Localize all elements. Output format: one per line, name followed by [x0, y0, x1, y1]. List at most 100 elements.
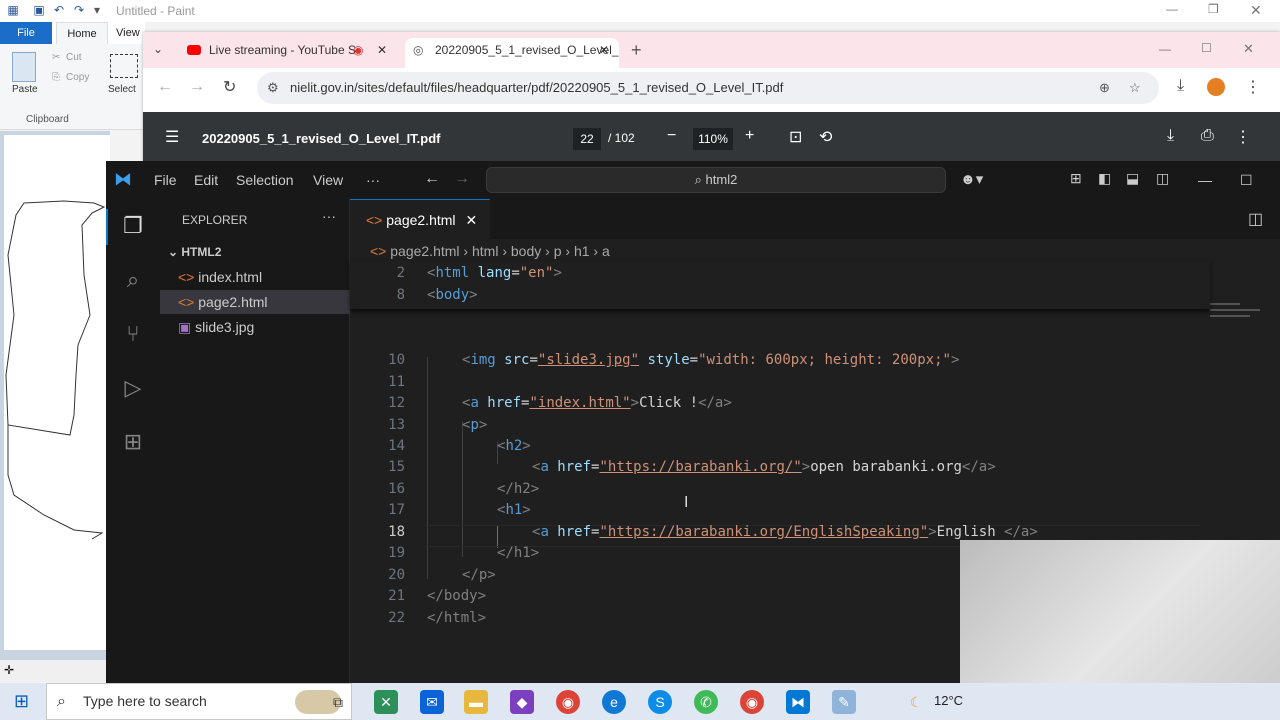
save-icon[interactable]: ▣ — [32, 3, 46, 17]
site-info-icon[interactable]: ⚙ — [267, 72, 279, 104]
paste-icon[interactable] — [12, 52, 36, 82]
source-control-icon[interactable]: ⑂ — [119, 321, 147, 349]
copilot-icon[interactable]: ☻▾ — [960, 170, 983, 188]
pdf-menu-icon[interactable]: ☰ — [165, 127, 179, 147]
undo-icon[interactable]: ↶ — [52, 3, 66, 17]
customize-qa-icon[interactable]: ▾ — [90, 3, 104, 17]
paint-view-tab[interactable]: View — [116, 22, 140, 44]
tab-pdf-close-icon[interactable]: ✕ — [599, 38, 609, 62]
extensions-icon[interactable]: ⊞ — [119, 429, 147, 457]
nav-forward-icon[interactable]: → — [454, 170, 470, 188]
code-line-10[interactable]: <img src="slide3.jpg" style="width: 600p… — [462, 352, 959, 368]
paint-file-tab[interactable]: File — [0, 22, 52, 44]
code-line-12[interactable]: <a href="index.html">Click !</a> — [462, 395, 732, 411]
split-editor-icon[interactable]: ◫ — [1248, 209, 1263, 229]
paint-home-tab[interactable]: Home — [56, 22, 108, 44]
fit-page-icon[interactable]: ⊡ — [789, 127, 802, 147]
sticky-line-2[interactable]: <html lang="en"> — [427, 265, 562, 281]
toggle-panel-icon[interactable]: ⬓ — [1126, 170, 1139, 187]
toggle-secondary-sidebar-icon[interactable]: ◫ — [1156, 170, 1169, 187]
pdf-more-icon[interactable]: ⋮ — [1235, 127, 1251, 147]
paint-restore-icon[interactable]: ❐ — [1208, 2, 1219, 16]
reload-icon[interactable]: ↻ — [223, 77, 236, 97]
zoom-out-icon[interactable]: − — [667, 127, 676, 145]
chrome-menu-icon[interactable]: ⋮ — [1245, 77, 1261, 97]
explorer-more-icon[interactable]: ··· — [322, 208, 336, 224]
code-line-13[interactable]: <p> — [462, 417, 487, 433]
customize-layout-icon[interactable]: ⊞ — [1070, 170, 1082, 187]
code-line-18[interactable]: <a href="https://barabanki.org/EnglishSp… — [532, 524, 1038, 540]
breadcrumb-file[interactable]: page2.html — [390, 243, 459, 259]
sticky-line-8[interactable]: <body> — [427, 287, 478, 303]
chrome-minimize-icon[interactable]: — — [1159, 42, 1171, 56]
breadcrumb-html[interactable]: html — [472, 243, 498, 259]
code-line-22[interactable]: </html> — [427, 610, 486, 626]
paste-button[interactable]: Paste — [12, 84, 38, 95]
code-line-20[interactable]: </p> — [462, 567, 496, 583]
run-debug-icon[interactable]: ▷ — [119, 375, 147, 403]
select-button[interactable]: Select — [108, 84, 136, 95]
file-slide3-jpg[interactable]: ▣ slide3.jpg — [160, 315, 350, 339]
search-view-icon[interactable]: ⌕ — [119, 267, 147, 295]
toggle-sidebar-icon[interactable]: ◧ — [1098, 170, 1111, 187]
editor-tab-page2[interactable]: <> page2.html ✕ — [350, 199, 490, 239]
menu-more-icon[interactable]: ··· — [366, 172, 380, 188]
pdf-page-input[interactable]: 22 — [573, 128, 601, 150]
paint-taskbar-icon[interactable]: ✎ — [832, 690, 856, 714]
forward-icon[interactable]: → — [189, 78, 205, 96]
file-explorer-icon[interactable]: ▬ — [464, 690, 488, 714]
folder-html2[interactable]: ⌄ HTML2 — [168, 245, 221, 259]
zoom-icon[interactable]: ⊕ — [1099, 72, 1110, 104]
cut-button[interactable]: Cut — [66, 52, 82, 63]
breadcrumb-a[interactable]: a — [602, 243, 610, 259]
code-line-17[interactable]: <h1> — [497, 502, 531, 518]
tab-pdf[interactable]: ◎ 20220905_5_1_revised_O_Level_ ✕ — [405, 38, 619, 68]
chrome-profile-icon[interactable]: ◉ — [740, 690, 764, 714]
address-bar[interactable]: ⚙ nielit.gov.in/sites/default/files/head… — [257, 72, 1159, 104]
tab-search-icon[interactable]: ⌄ — [153, 42, 163, 56]
pdf-print-icon[interactable]: ⎙ — [1201, 127, 1214, 145]
breadcrumb-h1[interactable]: h1 — [574, 243, 590, 259]
bookmark-star-icon[interactable]: ☆ — [1129, 72, 1141, 104]
vscode-minimize-icon[interactable]: — — [1198, 172, 1212, 188]
breadcrumb-body[interactable]: body — [511, 243, 541, 259]
nav-back-icon[interactable]: ← — [424, 170, 440, 188]
pdf-zoom-input[interactable]: 110% — [693, 128, 733, 150]
visual-studio-icon[interactable]: ◆ — [510, 690, 534, 714]
code-line-14[interactable]: <h2> — [497, 438, 531, 454]
weather-temperature[interactable]: 12°C — [934, 693, 963, 708]
chrome-maximize-icon[interactable]: ☐ — [1201, 41, 1212, 55]
tab-youtube[interactable]: Live streaming - YouTube S ◉ ✕ — [179, 38, 397, 68]
menu-selection[interactable]: Selection — [236, 172, 294, 188]
menu-file[interactable]: File — [154, 172, 177, 188]
mail-icon[interactable]: ✉ — [420, 690, 444, 714]
zoom-in-icon[interactable]: + — [745, 127, 754, 145]
menu-view[interactable]: View — [313, 172, 343, 188]
tab-close-icon[interactable]: ✕ — [466, 212, 478, 228]
rotate-icon[interactable]: ⟲ — [819, 127, 832, 147]
command-center-search[interactable]: ⌕ html2 — [486, 167, 946, 193]
skype-icon[interactable]: S — [648, 690, 672, 714]
taskbar-search[interactable]: ⌕ Type here to search — [46, 683, 352, 720]
paint-canvas[interactable] — [4, 135, 110, 650]
app-icon[interactable]: ✕ — [374, 690, 398, 714]
file-page2-html[interactable]: <> page2.html — [160, 290, 350, 314]
chrome-icon[interactable]: ◉ — [556, 690, 580, 714]
whatsapp-icon[interactable]: ✆ — [694, 690, 718, 714]
tab-youtube-close-icon[interactable]: ✕ — [377, 38, 387, 62]
profile-avatar[interactable] — [1207, 78, 1225, 96]
back-icon[interactable]: ← — [157, 78, 173, 96]
pdf-download-icon[interactable]: ⤓ — [1167, 127, 1174, 145]
new-tab-icon[interactable]: + — [631, 40, 642, 61]
downloads-icon[interactable]: ⤓ — [1177, 77, 1184, 95]
paint-minimize-icon[interactable]: — — [1166, 2, 1178, 16]
breadcrumb-p[interactable]: p — [554, 243, 562, 259]
menu-edit[interactable]: Edit — [194, 172, 218, 188]
chrome-close-icon[interactable]: ✕ — [1243, 41, 1254, 57]
windows-start-icon[interactable]: ⊞ — [14, 691, 29, 712]
explorer-icon[interactable]: ❐ — [119, 213, 147, 241]
redo-icon[interactable]: ↷ — [72, 3, 86, 17]
vscode-maximize-icon[interactable]: ☐ — [1240, 172, 1253, 189]
vscode-taskbar-icon[interactable]: ⧓ — [786, 690, 810, 714]
task-view-icon[interactable]: ⧉ — [326, 690, 350, 714]
